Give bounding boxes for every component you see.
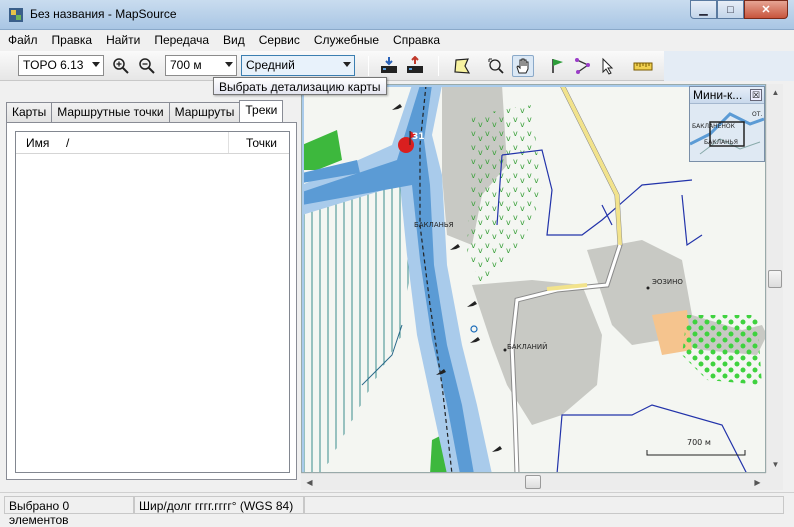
status-bar: Выбрано 0 элементов Шир/долг гггг.гггг° …	[0, 492, 794, 527]
selection-status: Выбрано 0 элементов	[4, 496, 134, 527]
cursor-icon	[602, 57, 614, 75]
toolbar-separator	[438, 56, 439, 76]
send-to-device-icon	[407, 56, 423, 73]
zoom-level-select[interactable]: 700 м	[165, 55, 237, 76]
map-select-icon	[454, 58, 471, 74]
column-separator[interactable]	[228, 132, 229, 153]
tab-waypoints[interactable]: Маршрутные точки	[51, 102, 170, 122]
hand-icon	[516, 58, 529, 74]
map-vertical-scrollbar[interactable]: ▲ ▼	[766, 84, 783, 473]
detail-level-value: Средний	[246, 58, 295, 72]
zoom-out-button[interactable]	[136, 55, 158, 77]
minimap-panel[interactable]: Мини-к... ☒ БАКЛАНЁНОК БАКЛАНЬЯ ОТ.	[689, 86, 765, 162]
zoom-in-icon	[113, 58, 129, 74]
horizontal-scroll-thumb[interactable]	[525, 475, 541, 489]
waypoint-tool-button[interactable]	[547, 55, 569, 77]
mapsource-app-icon	[9, 8, 23, 22]
send-to-device-button[interactable]	[404, 55, 426, 77]
scroll-up-icon[interactable]: ▲	[767, 84, 784, 101]
scroll-right-icon[interactable]: ▶	[749, 474, 766, 491]
menu-utilities[interactable]: Служебные	[314, 33, 379, 47]
menu-file[interactable]: Файл	[8, 33, 38, 47]
menu-view[interactable]: Вид	[223, 33, 245, 47]
minimap-title: Мини-к...	[693, 88, 743, 102]
map-tool-button[interactable]	[451, 55, 473, 77]
zoom-tool-icon	[488, 58, 504, 74]
left-panel: Карты Маршрутные точки Маршруты Треки Им…	[6, 94, 297, 490]
select-tool-button[interactable]	[597, 55, 619, 77]
zoom-out-icon	[139, 58, 155, 74]
close-button[interactable]: ✕	[744, 0, 788, 19]
zoom-tool-button[interactable]	[485, 55, 507, 77]
route-icon	[575, 58, 590, 74]
status-empty-cell	[304, 496, 784, 514]
menu-find[interactable]: Найти	[106, 33, 140, 47]
title-bar: Без названия - MapSource ▁ □ ✕	[0, 0, 794, 30]
menu-help[interactable]: Справка	[393, 33, 440, 47]
zoom-level-value: 700 м	[170, 58, 202, 72]
toolbar-empty-area	[664, 51, 794, 81]
map-label-baklaniy: БАКЛАНИЙ	[507, 343, 548, 351]
receive-from-device-button[interactable]	[378, 55, 400, 77]
toolbar-separator	[368, 56, 369, 76]
minimize-button[interactable]: ▁	[690, 0, 717, 19]
coordinate-status: Шир/долг гггг.гггг° (WGS 84)	[134, 496, 304, 514]
hand-tool-button[interactable]	[512, 55, 534, 77]
column-sort-indicator: /	[66, 136, 70, 150]
vertical-scroll-thumb[interactable]	[768, 270, 782, 288]
tab-panel: Имя / Точки	[6, 122, 297, 480]
scrollbar-corner	[766, 473, 783, 490]
menu-edit[interactable]: Правка	[52, 33, 93, 47]
map-horizontal-scrollbar[interactable]: ◀ ▶	[301, 473, 766, 490]
panel-tabs: Карты Маршрутные точки Маршруты Треки	[6, 100, 284, 123]
route-tool-button[interactable]	[572, 55, 594, 77]
minimap-label: БАКЛАНЬЯ	[704, 139, 738, 146]
toolbar: TOPO 6.13 700 м Средний	[0, 51, 794, 81]
zoom-in-button[interactable]	[110, 55, 132, 77]
minimap-label: ОТ.	[752, 111, 763, 118]
receive-from-device-icon	[381, 57, 397, 73]
maximize-button[interactable]: □	[717, 0, 744, 19]
ruler-icon	[633, 62, 653, 71]
scale-label: 700 м	[687, 438, 711, 447]
flag-icon	[552, 59, 563, 73]
detail-level-tooltip: Выбрать детализацию карты	[213, 77, 387, 95]
list-header: Имя / Точки	[16, 132, 289, 154]
menu-bar: Файл Правка Найти Передача Вид Сервис Сл…	[0, 30, 794, 50]
route-number-label: 31	[412, 132, 425, 142]
chevron-down-icon	[225, 62, 233, 67]
minimap-close-icon[interactable]: ☒	[750, 89, 762, 101]
map-product-select[interactable]: TOPO 6.13	[18, 55, 104, 76]
window-title: Без названия - MapSource	[30, 7, 177, 21]
menu-tools[interactable]: Сервис	[259, 33, 300, 47]
minimap-label: БАКЛАНЁНОК	[692, 123, 735, 130]
minimap-titlebar[interactable]: Мини-к... ☒	[690, 87, 764, 104]
scroll-left-icon[interactable]: ◀	[301, 474, 318, 491]
tab-routes[interactable]: Маршруты	[168, 102, 241, 122]
column-points[interactable]: Точки	[246, 136, 277, 150]
settlement-dot	[646, 286, 650, 290]
detail-level-select[interactable]: Средний	[241, 55, 355, 76]
map-product-value: TOPO 6.13	[23, 58, 84, 72]
tab-maps[interactable]: Карты	[6, 102, 53, 122]
map-label-ezino: ЭОЗИНО	[652, 278, 683, 286]
tracks-list[interactable]: Имя / Точки	[15, 131, 290, 473]
menu-transfer[interactable]: Передача	[154, 33, 209, 47]
distance-tool-button[interactable]	[632, 55, 654, 77]
column-name[interactable]: Имя	[26, 136, 49, 150]
map-label-baklanya: БАКЛАНЬЯ	[414, 221, 454, 229]
chevron-down-icon	[92, 62, 100, 67]
chevron-down-icon	[343, 62, 351, 67]
tab-tracks[interactable]: Треки	[239, 100, 284, 122]
scroll-down-icon[interactable]: ▼	[767, 456, 784, 473]
